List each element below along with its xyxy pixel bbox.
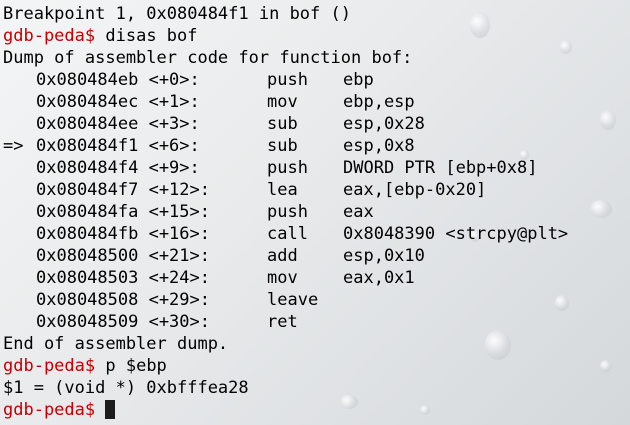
current-instruction-marker bbox=[3, 91, 36, 113]
instruction-operands: eax,0x1 bbox=[343, 268, 415, 288]
command-text: disas bof bbox=[105, 26, 198, 46]
instruction-row: 0x080484f4 <+9>: push DWORD PTR [ebp+0x8… bbox=[3, 157, 630, 179]
command-text: p $ebp bbox=[105, 356, 167, 376]
instruction-row: 0x080484ee <+3>: sub esp,0x28 bbox=[3, 113, 630, 135]
current-instruction-marker bbox=[3, 267, 36, 289]
instruction-operands: esp,0x8 bbox=[343, 136, 415, 156]
instruction-operands: eax,[ebp-0x20] bbox=[343, 180, 487, 200]
instruction-mnemonic: mov bbox=[267, 92, 298, 112]
instruction-row-current: => 0x080484f1 <+6>: sub esp,0x8 bbox=[3, 135, 630, 157]
instruction-row: 0x08048503 <+24>: mov eax,0x1 bbox=[3, 267, 630, 289]
instruction-row: 0x080484f7 <+12>: lea eax,[ebp-0x20] bbox=[3, 179, 630, 201]
instruction-mnemonic: push bbox=[267, 158, 308, 178]
ebp-value-text: $1 = (void *) 0xbfffea28 bbox=[3, 378, 249, 398]
instruction-address: 0x080484ec <+1>: bbox=[36, 92, 200, 112]
instruction-mnemonic: ret bbox=[267, 312, 298, 332]
instruction-address: 0x080484fb <+16>: bbox=[36, 224, 210, 244]
current-instruction-marker: => bbox=[3, 136, 24, 156]
dump-footer: End of assembler dump. bbox=[3, 333, 630, 355]
breakpoint-text: Breakpoint 1, 0x080484f1 in bof () bbox=[3, 4, 351, 24]
current-instruction-marker bbox=[3, 289, 36, 311]
terminal-window[interactable]: Breakpoint 1, 0x080484f1 in bof () gdb-p… bbox=[0, 0, 630, 425]
instruction-mnemonic: lea bbox=[267, 180, 298, 200]
instruction-address: 0x08048503 <+24>: bbox=[36, 268, 210, 288]
instruction-operands: esp,0x10 bbox=[343, 246, 425, 266]
print-result: $1 = (void *) 0xbfffea28 bbox=[3, 377, 630, 399]
dump-header-text: Dump of assembler code for function bof: bbox=[3, 48, 413, 68]
dump-footer-text: End of assembler dump. bbox=[3, 334, 229, 354]
command-line-print: gdb-peda$ p $ebp bbox=[3, 355, 630, 377]
instruction-mnemonic: sub bbox=[267, 114, 298, 134]
instruction-mnemonic: sub bbox=[267, 136, 298, 156]
instruction-address: 0x08048509 <+30>: bbox=[36, 312, 210, 332]
instruction-address: 0x080484f1 <+6>: bbox=[36, 136, 200, 156]
instruction-row: 0x080484fa <+15>: push eax bbox=[3, 201, 630, 223]
instruction-mnemonic: mov bbox=[267, 268, 298, 288]
instruction-mnemonic: add bbox=[267, 246, 298, 266]
instruction-address: 0x08048508 <+29>: bbox=[36, 290, 210, 310]
instruction-row: 0x08048509 <+30>: ret bbox=[3, 311, 630, 333]
gdb-prompt: gdb-peda$ bbox=[3, 400, 96, 420]
disassembly-listing: 0x080484eb <+0>: push ebp 0x080484ec <+1… bbox=[3, 69, 630, 333]
instruction-row: 0x080484eb <+0>: push ebp bbox=[3, 69, 630, 91]
command-line-disas: gdb-peda$ disas bof bbox=[3, 25, 630, 47]
instruction-mnemonic: push bbox=[267, 202, 308, 222]
breakpoint-message: Breakpoint 1, 0x080484f1 in bof () bbox=[3, 3, 630, 25]
current-instruction-marker bbox=[3, 69, 36, 91]
instruction-mnemonic: push bbox=[267, 70, 308, 90]
instruction-address: 0x080484fa <+15>: bbox=[36, 202, 210, 222]
gdb-prompt: gdb-peda$ bbox=[3, 356, 96, 376]
current-instruction-marker bbox=[3, 113, 36, 135]
instruction-address: 0x080484ee <+3>: bbox=[36, 114, 200, 134]
instruction-address: 0x080484f7 <+12>: bbox=[36, 180, 210, 200]
current-instruction-marker bbox=[3, 179, 36, 201]
active-command-line[interactable]: gdb-peda$ bbox=[3, 399, 630, 421]
instruction-row: 0x08048500 <+21>: add esp,0x10 bbox=[3, 245, 630, 267]
current-instruction-marker bbox=[3, 311, 36, 333]
instruction-row: 0x080484fb <+16>: call 0x8048390 <strcpy… bbox=[3, 223, 630, 245]
instruction-row: 0x08048508 <+29>: leave bbox=[3, 289, 630, 311]
dump-header: Dump of assembler code for function bof: bbox=[3, 47, 630, 69]
instruction-address: 0x080484f4 <+9>: bbox=[36, 158, 200, 178]
instruction-mnemonic: leave bbox=[267, 290, 319, 310]
instruction-mnemonic: call bbox=[267, 224, 308, 244]
instruction-row: 0x080484ec <+1>: mov ebp,esp bbox=[3, 91, 630, 113]
instruction-address: 0x08048500 <+21>: bbox=[36, 246, 210, 266]
current-instruction-marker bbox=[3, 201, 36, 223]
instruction-operands: ebp,esp bbox=[343, 92, 415, 112]
text-cursor[interactable] bbox=[105, 400, 116, 419]
current-instruction-marker bbox=[3, 223, 36, 245]
instruction-operands: esp,0x28 bbox=[343, 114, 425, 134]
instruction-operands: eax bbox=[343, 202, 374, 222]
instruction-address: 0x080484eb <+0>: bbox=[36, 70, 200, 90]
instruction-operands: ebp bbox=[343, 70, 374, 90]
gdb-prompt: gdb-peda$ bbox=[3, 26, 96, 46]
instruction-operands: 0x8048390 <strcpy@plt> bbox=[343, 224, 569, 244]
instruction-operands: DWORD PTR [ebp+0x8] bbox=[343, 158, 538, 178]
current-instruction-marker bbox=[3, 245, 36, 267]
current-instruction-marker bbox=[3, 157, 36, 179]
